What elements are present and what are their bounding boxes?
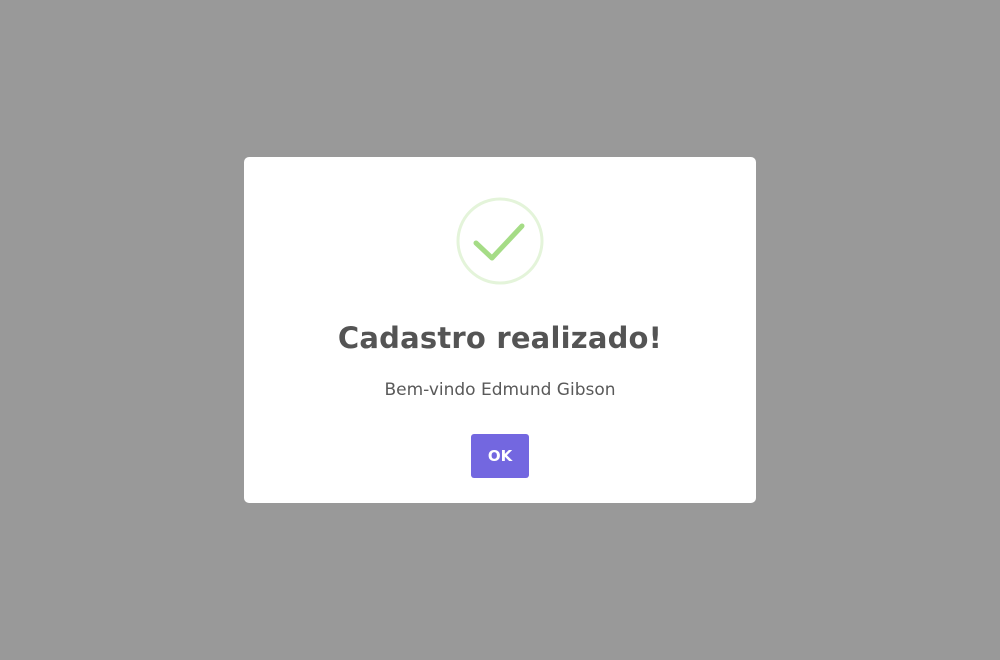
ok-button[interactable]: OK	[471, 434, 529, 478]
success-dialog: Cadastro realizado! Bem-vindo Edmund Gib…	[244, 157, 756, 503]
success-check-icon	[456, 197, 544, 285]
dialog-message: Bem-vindo Edmund Gibson	[384, 380, 616, 400]
dialog-title: Cadastro realizado!	[337, 321, 663, 355]
